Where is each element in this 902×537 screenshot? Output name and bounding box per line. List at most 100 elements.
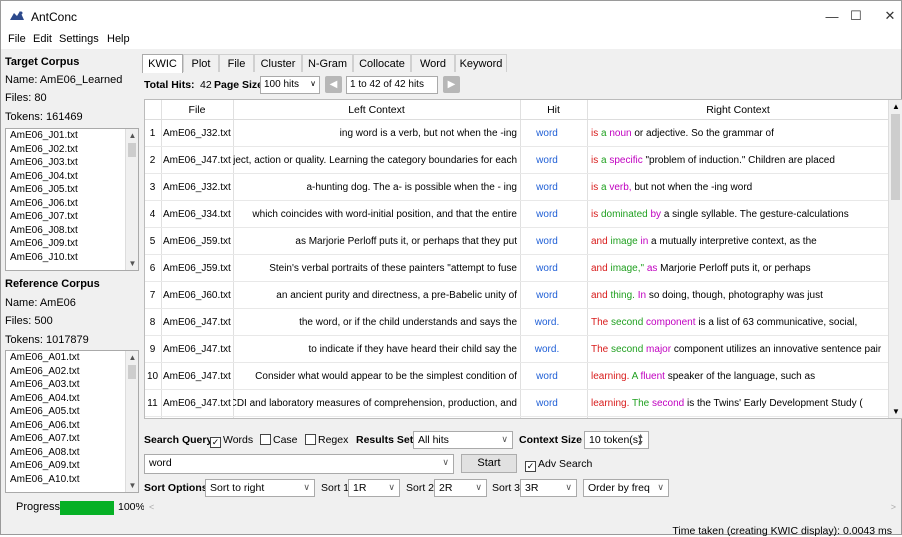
scroll-down-icon[interactable]: ▼	[126, 259, 138, 268]
row-right-context: and image," as Marjorie Perloff puts it,…	[591, 263, 889, 274]
table-row[interactable]: 10 AmE06_J47.txt Consider what would appea…	[145, 363, 889, 390]
regex-label: Regex	[318, 434, 349, 446]
scroll-up-icon[interactable]: ▲	[126, 353, 138, 362]
reference-list-scrollbar[interactable]: ▲ ▼	[125, 351, 138, 492]
table-row[interactable]: 12AmE06_J47.txtEach type of reference is…	[145, 417, 889, 418]
scroll-up-icon[interactable]: ▲	[126, 131, 138, 140]
scroll-up-icon[interactable]: ▲	[889, 102, 902, 111]
table-row[interactable]: 4 AmE06_J34.txt which coincides with word-…	[145, 201, 889, 228]
horizontal-scrollbar[interactable]: < >	[144, 500, 901, 515]
list-item[interactable]: AmE06_J09.txt	[6, 237, 138, 251]
words-checkbox[interactable]: ✓ Words	[210, 434, 253, 448]
col-header-hit[interactable]: Hit	[520, 104, 587, 116]
tab-word[interactable]: Word	[411, 54, 455, 72]
list-item[interactable]: AmE06_J10.txt	[6, 251, 138, 265]
context-token: learning.	[591, 371, 632, 382]
list-item[interactable]: AmE06_A10.txt	[6, 473, 138, 487]
sort3-select[interactable]: 3R ∨	[520, 479, 577, 497]
list-item[interactable]: AmE06_A03.txt	[6, 378, 138, 392]
row-number: 3	[149, 182, 156, 193]
tab-cluster[interactable]: Cluster	[254, 54, 302, 72]
list-item[interactable]: AmE06_A06.txt	[6, 419, 138, 433]
tab-keyword[interactable]: Keyword	[455, 54, 507, 72]
list-item[interactable]: AmE06_J04.txt	[6, 170, 138, 184]
table-row[interactable]: 1 AmE06_J32.txt ing word is a verb, but no…	[145, 120, 889, 147]
context-token: or adjective. So the grammar of	[634, 128, 774, 139]
prev-page-button[interactable]: ◀	[325, 76, 342, 93]
table-row[interactable]: 11 AmE06_J47.txt MCDI and laboratory measu…	[145, 390, 889, 417]
scroll-down-icon[interactable]: ▼	[126, 481, 138, 490]
list-item[interactable]: AmE06_A02.txt	[6, 365, 138, 379]
col-header-right-context[interactable]: Right Context	[587, 104, 889, 116]
reference-file-list[interactable]: AmE06_A01.txt AmE06_A02.txt AmE06_A03.tx…	[5, 350, 139, 493]
tab-file[interactable]: File	[219, 54, 254, 72]
sort1-label: Sort 1	[321, 482, 350, 494]
sort2-select[interactable]: 2R ∨	[434, 479, 487, 497]
row-number: 6	[149, 263, 156, 274]
page-size-select[interactable]: 100 hits ∨	[260, 76, 320, 94]
list-item[interactable]: AmE06_A05.txt	[6, 405, 138, 419]
table-row[interactable]: 3 AmE06_J32.txt a-hunting dog. The a- is p…	[145, 174, 889, 201]
list-item[interactable]: AmE06_A07.txt	[6, 432, 138, 446]
target-file-list[interactable]: AmE06_J01.txt AmE06_J02.txt AmE06_J03.tx…	[5, 128, 139, 271]
scroll-down-icon[interactable]: ▼	[889, 407, 902, 416]
table-row[interactable]: 8 AmE06_J47.txt the word, or if the child …	[145, 309, 889, 336]
table-row[interactable]: 2 AmE06_J47.txt object, action or quality.…	[145, 147, 889, 174]
table-row[interactable]: 7 AmE06_J60.txt an ancient purity and dire…	[145, 282, 889, 309]
list-item[interactable]: AmE06_J01.txt	[6, 129, 138, 143]
tab-plot[interactable]: Plot	[183, 54, 219, 72]
list-item[interactable]: AmE06_A09.txt	[6, 459, 138, 473]
context-token: In	[637, 290, 649, 301]
case-checkbox[interactable]: Case	[260, 434, 298, 446]
list-item[interactable]: AmE06_J07.txt	[6, 210, 138, 224]
list-item[interactable]: AmE06_A08.txt	[6, 446, 138, 460]
spinner-icon[interactable]: ▲ ▼	[637, 433, 644, 447]
regex-checkbox[interactable]: Regex	[305, 434, 348, 446]
context-size-spinbox[interactable]: 10 token(s) ▲ ▼	[584, 431, 649, 449]
tab-collocate[interactable]: Collocate	[353, 54, 411, 72]
order-select[interactable]: Order by freq ∨	[583, 479, 669, 497]
table-row[interactable]: 9 AmE06_J47.txt to indicate if they have h…	[145, 336, 889, 363]
list-item[interactable]: AmE06_A04.txt	[6, 392, 138, 406]
table-row[interactable]: 5 AmE06_J59.txt as Marjorie Perloff puts i…	[145, 228, 889, 255]
menu-file[interactable]: File	[8, 33, 26, 45]
context-token: major	[646, 344, 674, 355]
sort3-label: Sort 3	[492, 482, 521, 494]
start-button[interactable]: Start	[461, 454, 517, 473]
sort1-select[interactable]: 1R ∨	[348, 479, 400, 497]
sort-mode-select[interactable]: Sort to right ∨	[205, 479, 315, 497]
adv-search-checkbox[interactable]: ✓ Adv Search	[525, 458, 592, 472]
col-header-left-context[interactable]: Left Context	[233, 104, 520, 116]
menu-edit[interactable]: Edit	[33, 33, 52, 45]
total-hits-value: 42	[200, 79, 212, 91]
list-item[interactable]: AmE06_J08.txt	[6, 224, 138, 238]
table-scrollbar[interactable]: ▲ ▼	[888, 100, 902, 418]
context-token: by	[650, 209, 664, 220]
row-file: AmE06_J59.txt	[163, 263, 231, 274]
table-row[interactable]: 6 AmE06_J59.txt Stein's verbal portraits o…	[145, 255, 889, 282]
scroll-left-icon[interactable]: <	[149, 502, 154, 512]
menu-help[interactable]: Help	[107, 33, 130, 45]
list-item[interactable]: AmE06_J05.txt	[6, 183, 138, 197]
title-bar: AntConc — ☐ ✕	[1, 1, 901, 31]
next-page-button[interactable]: ▶	[443, 76, 460, 93]
list-item[interactable]: AmE06_J03.txt	[6, 156, 138, 170]
list-item[interactable]: AmE06_J06.txt	[6, 197, 138, 211]
progress-label: Progress	[16, 501, 61, 513]
tab-kwic[interactable]: KWIC	[142, 54, 183, 73]
target-list-scrollbar[interactable]: ▲ ▼	[125, 129, 138, 270]
scroll-right-icon[interactable]: >	[891, 502, 896, 512]
context-token: is the Twins' Early Development Study (	[687, 398, 863, 409]
results-set-select[interactable]: All hits ∨	[413, 431, 513, 449]
chevron-down-icon[interactable]: ∨	[442, 457, 449, 468]
list-item[interactable]: AmE06_J02.txt	[6, 143, 138, 157]
app-window: AntConc — ☐ ✕ File Edit Settings Help Ta…	[0, 0, 902, 537]
search-query-input[interactable]: word ∨	[144, 454, 454, 474]
context-token: is	[591, 209, 601, 220]
col-header-file[interactable]: File	[161, 104, 233, 116]
row-file: AmE06_J60.txt	[163, 290, 231, 301]
menu-settings[interactable]: Settings	[59, 33, 99, 45]
list-item[interactable]: AmE06_A01.txt	[6, 351, 138, 365]
close-button[interactable]: ✕	[867, 1, 902, 31]
tab-ngram[interactable]: N-Gram	[302, 54, 353, 72]
